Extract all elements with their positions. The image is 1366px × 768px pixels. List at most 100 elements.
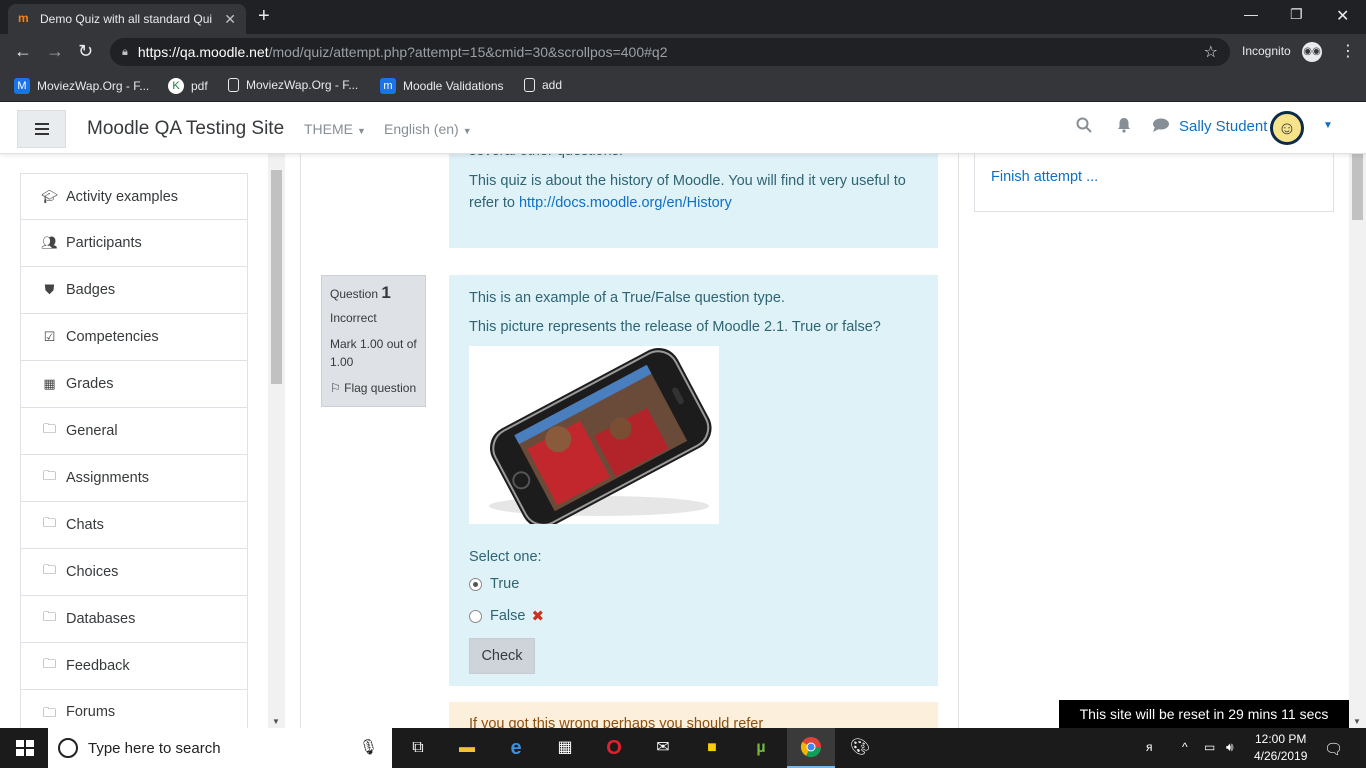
restore-icon[interactable]: ❐ [1290, 6, 1303, 23]
sidebar-scrollbar-thumb[interactable] [271, 170, 282, 384]
browser-menu-icon[interactable]: ⋮ [1340, 41, 1356, 61]
answer-true[interactable]: True [469, 576, 519, 592]
sidebar-item-chats[interactable]: 🗀 Chats [20, 502, 248, 549]
check-button[interactable]: Check [469, 638, 535, 674]
site-name[interactable]: Moodle QA Testing Site [87, 118, 284, 140]
true-radio[interactable] [469, 577, 482, 591]
answer-false[interactable]: False ✖ [469, 607, 544, 625]
sidebar-item-label: Badges [66, 282, 116, 298]
language-menu[interactable]: English (en) ▼ [384, 121, 472, 137]
battery-icon[interactable]: ▭ [1204, 740, 1215, 754]
sticky-notes-icon[interactable]: ■ [700, 736, 724, 760]
sidebar-item-participants[interactable]: 👥︎ Participants [20, 220, 248, 267]
forward-icon[interactable]: → [46, 42, 64, 60]
sidebar-item-competencies[interactable]: ☑ Competencies [20, 314, 248, 361]
people-icon[interactable]: ᴙ [1146, 740, 1153, 754]
minimize-icon[interactable]: — [1244, 6, 1258, 22]
users-icon: 👥︎ [41, 235, 58, 250]
scroll-down-arrow-icon[interactable]: ▼ [1353, 717, 1361, 726]
theme-menu[interactable]: THEME ▼ [304, 121, 366, 137]
sidebar-item-forums[interactable]: 🗀 Forums [20, 690, 248, 728]
flag-question[interactable]: ⚐ Flag question [330, 379, 417, 397]
search-icon[interactable] [1076, 117, 1092, 138]
bookmarks-bar: M MoviezWap.Org - F... K pdf MoviezWap.O… [0, 70, 1366, 102]
sidebar-item-general[interactable]: 🗀 General [20, 408, 248, 455]
sidebar-item-activity-examples[interactable]: 🎓︎ Activity examples [20, 173, 248, 220]
question-mark: Mark 1.00 out of 1.00 [330, 337, 417, 369]
windows-taskbar: Type here to search 🎙︎ ⧉ ▬ e ▦ O ✉ ■ µ 🎨… [0, 728, 1366, 768]
close-window-icon[interactable]: ✕ [1336, 6, 1349, 26]
feedback-box: If you got this wrong perhaps you should… [449, 702, 938, 728]
windows-start-icon[interactable] [16, 740, 34, 756]
bookmark-item[interactable]: M MoviezWap.Org - F... [14, 78, 149, 94]
folder-icon: 🗀 [42, 562, 56, 577]
task-view-icon[interactable]: ⧉ [406, 736, 430, 760]
page-scrollbar[interactable]: ▼ [1349, 154, 1366, 728]
user-name[interactable]: Sally Student [1179, 118, 1267, 135]
bookmark-star-icon[interactable]: ☆ [1204, 42, 1218, 62]
page-scrollbar-thumb[interactable] [1352, 154, 1363, 220]
flag-icon: ⚐ [330, 381, 341, 395]
close-tab-icon[interactable]: ✕ [224, 11, 236, 28]
paint-icon[interactable]: 🎨︎ [848, 736, 872, 760]
shield-icon: ⛊ [44, 282, 55, 297]
question-number: 1 [381, 283, 391, 302]
utorrent-icon[interactable]: µ [749, 736, 773, 760]
moviezwap-icon: M [14, 78, 30, 94]
microphone-icon[interactable]: 🎙︎ [359, 738, 378, 756]
question-image [469, 346, 719, 524]
clock-date: 4/26/2019 [1254, 749, 1308, 763]
chrome-icon[interactable] [799, 736, 823, 760]
menu-toggle-button[interactable] [17, 110, 66, 148]
lock-icon: 🔒︎ [122, 45, 128, 58]
new-tab-button[interactable]: + [258, 5, 270, 28]
bell-icon[interactable] [1117, 117, 1131, 138]
answer-label: True [490, 576, 520, 592]
user-menu-caret-icon[interactable]: ▼ [1323, 120, 1333, 131]
folder-icon: 🗀 [42, 515, 56, 530]
bookmark-item[interactable]: MoviezWap.Org - F... [228, 78, 358, 92]
notifications-icon[interactable]: 🗨︎ [1324, 740, 1343, 758]
tray-chevron-icon[interactable]: ^ [1182, 740, 1188, 754]
volume-icon[interactable]: 🔊︎ [1226, 740, 1234, 755]
browser-tab[interactable]: m Demo Quiz with all standard Qui ✕ [8, 4, 246, 34]
avatar[interactable]: ☺ [1270, 111, 1304, 145]
sidebar-item-assignments[interactable]: 🗀 Assignments [20, 455, 248, 502]
file-explorer-icon[interactable]: ▬ [455, 736, 479, 760]
sidebar-item-databases[interactable]: 🗀 Databases [20, 596, 248, 643]
sidebar-item-choices[interactable]: 🗀 Choices [20, 549, 248, 596]
bookmark-item[interactable]: K pdf [168, 78, 208, 94]
reload-icon[interactable]: ↻ [78, 42, 93, 60]
site-reset-notice: This site will be reset in 29 mins 11 se… [1059, 700, 1349, 728]
sidebar-item-grades[interactable]: ▦ Grades [20, 361, 248, 408]
tab-title: Demo Quiz with all standard Qui [40, 12, 213, 26]
sidebar-item-badges[interactable]: ⛊ Badges [20, 267, 248, 314]
url-host: https://qa.moodle.net [137, 44, 269, 60]
intro-text: This quiz is about the history of Moodle… [469, 170, 919, 214]
sidebar-scrollbar[interactable]: ▼ [268, 154, 285, 728]
theme-label: THEME [304, 121, 353, 137]
bookmark-item[interactable]: add [524, 78, 562, 92]
taskbar-search[interactable]: Type here to search 🎙︎ [48, 728, 392, 768]
flag-label: Flag question [344, 381, 417, 395]
question-info: Question 1 Incorrect Mark 1.00 out of 1.… [321, 275, 426, 407]
sidebar-item-label: Choices [66, 564, 119, 580]
sidebar-item-feedback[interactable]: 🗀 Feedback [20, 643, 248, 690]
messages-icon[interactable] [1152, 117, 1170, 138]
incognito-icon[interactable]: ◉◉ [1302, 42, 1322, 62]
opera-icon[interactable]: O [602, 736, 626, 760]
scroll-down-arrow-icon[interactable]: ▼ [272, 717, 280, 726]
taskbar-clock[interactable]: 12:00 PM 4/26/2019 [1254, 731, 1307, 765]
bookmark-item[interactable]: m Moodle Validations [380, 78, 504, 94]
back-icon[interactable]: ← [14, 42, 32, 60]
finish-attempt-link[interactable]: Finish attempt ... [991, 169, 1098, 185]
mail-icon[interactable]: ✉ [651, 736, 675, 760]
address-bar[interactable]: 🔒︎ https://qa.moodle.net/mod/quiz/attemp… [110, 38, 1230, 66]
edge-icon[interactable]: e [504, 736, 528, 760]
sidebar-item-label: General [66, 423, 118, 439]
sidebar-item-label: Forums [66, 704, 116, 720]
false-radio[interactable] [469, 609, 482, 623]
store-icon[interactable]: ▦ [553, 736, 577, 760]
incorrect-cross-icon: ✖ [531, 608, 545, 625]
history-link[interactable]: http://docs.moodle.org/en/History [519, 195, 732, 211]
